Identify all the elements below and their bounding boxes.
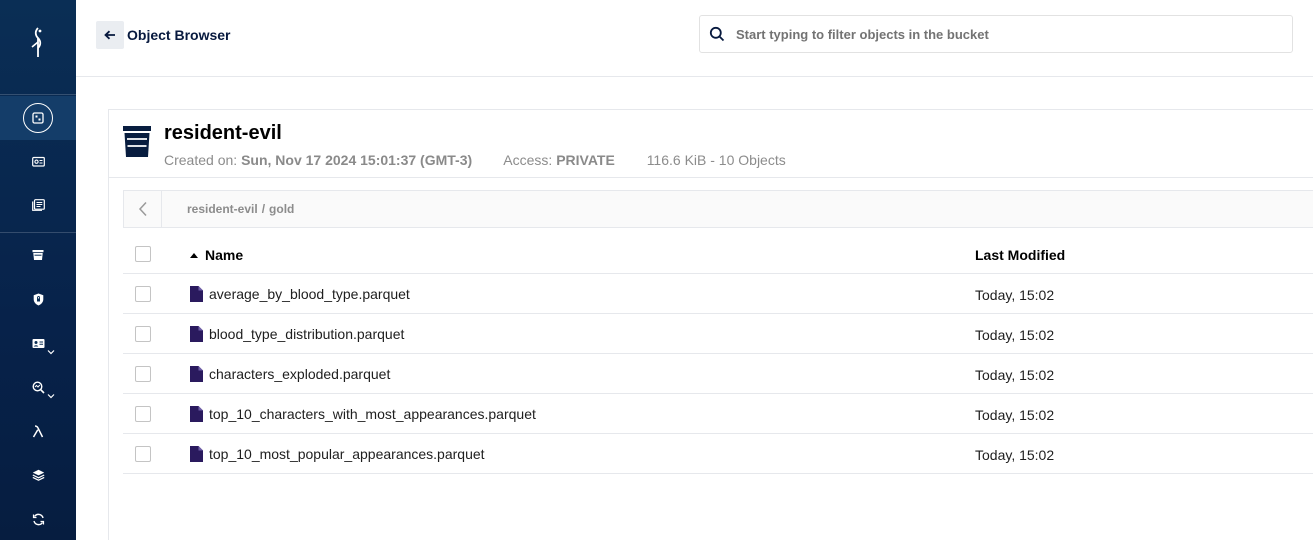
filter-search-box[interactable] [699,15,1293,53]
row-checkbox[interactable] [135,286,151,302]
monitoring-icon [31,380,45,394]
access-keys-icon [31,156,45,167]
sidebar-item-tiering[interactable] [0,453,76,497]
back-button[interactable] [96,21,124,49]
bucket-panel: resident-evil Created on: Sun, Nov 17 20… [108,109,1313,540]
created-label: Created on: [164,152,238,168]
active-ring [23,103,53,133]
breadcrumb: resident-evil / gold [187,202,294,216]
identity-icon [32,338,44,348]
last-modified-cell: Today, 15:02 [975,287,1055,303]
minio-bird-logo-icon [31,27,42,57]
name-column-label: Name [205,247,244,263]
file-icon [190,406,203,422]
filter-search-input[interactable] [736,24,1276,44]
file-name: top_10_characters_with_most_appearances.… [209,406,536,422]
events-lambda-icon [32,424,44,437]
sidebar-divider [0,94,76,95]
sidebar [0,0,76,540]
last-modified-cell: Today, 15:02 [975,327,1055,343]
file-name-cell[interactable]: characters_exploded.parquet [190,366,390,382]
arrow-left-icon [104,30,115,40]
top-bar: Object Browser [76,0,1313,77]
table-row[interactable]: blood_type_distribution.parquet Today, 15… [123,314,1313,354]
file-name: top_10_most_popular_appearances.parquet [209,446,485,462]
buckets-icon [32,250,44,260]
file-icon [190,286,203,302]
table-body: average_by_blood_type.parquet Today, 15:0… [123,274,1313,474]
table-row[interactable]: average_by_blood_type.parquet Today, 15:0… [123,274,1313,314]
file-icon [190,326,203,342]
documentation-icon [31,199,45,211]
file-name: average_by_blood_type.parquet [209,286,410,302]
breadcrumb-current[interactable]: gold [269,202,294,216]
breadcrumb-back-button[interactable] [124,191,162,227]
bucket-name: resident-evil [164,122,282,144]
app-root: Object Browser resident-evil Created on:… [0,0,1313,540]
site-replication-icon [32,513,44,525]
row-checkbox[interactable] [135,446,151,462]
table-header-row: Name Last Modified [123,234,1313,274]
bucket-summary: 116.6 KiB - 10 Objects [646,152,786,168]
bucket-meta: Created on: Sun, Nov 17 2024 15:01:37 (G… [164,152,786,168]
sidebar-item-identity[interactable] [0,321,76,365]
row-checkbox[interactable] [135,326,151,342]
sidebar-item-object-browser[interactable] [0,96,76,140]
sidebar-item-access-keys[interactable] [0,139,76,183]
select-all-checkbox[interactable] [135,246,151,262]
last-modified-cell: Today, 15:02 [975,367,1055,383]
bucket-icon [123,126,151,157]
object-browser-icon [32,112,44,124]
tiering-icon [32,469,44,481]
search-icon [709,26,725,42]
sidebar-item-monitoring[interactable] [0,365,76,409]
file-name-cell[interactable]: blood_type_distribution.parquet [190,326,404,342]
last-modified-cell: Today, 15:02 [975,407,1055,423]
bucket-header: resident-evil Created on: Sun, Nov 17 20… [109,110,1313,178]
sidebar-item-documentation[interactable] [0,183,76,227]
chevron-down-icon[interactable] [46,347,56,357]
name-column-header[interactable]: Name [190,247,243,263]
breadcrumb-separator: / [261,202,266,216]
table-row[interactable]: characters_exploded.parquet Today, 15:02 [123,354,1313,394]
sort-ascending-icon [190,252,198,258]
table-row[interactable]: top_10_characters_with_most_appearances.… [123,394,1313,434]
sidebar-item-events[interactable] [0,409,76,453]
created-value: Sun, Nov 17 2024 15:01:37 (GMT-3) [241,152,473,168]
file-name: blood_type_distribution.parquet [209,326,405,342]
page-title: Object Browser [127,27,231,43]
sidebar-item-site-replication[interactable] [0,497,76,540]
file-name: characters_exploded.parquet [209,366,391,382]
table-row[interactable]: top_10_most_popular_appearances.parquet T… [123,434,1313,474]
policies-icon [33,293,43,305]
minio-logo[interactable] [0,0,76,86]
file-icon [190,366,203,382]
last-modified-cell: Today, 15:02 [975,447,1055,463]
last-modified-column-header[interactable]: Last Modified [975,247,1065,263]
sidebar-item-buckets[interactable] [0,233,76,277]
access-label: Access: [503,152,553,168]
file-icon [190,446,203,462]
row-checkbox[interactable] [135,406,151,422]
chevron-left-icon [138,201,147,217]
row-checkbox[interactable] [135,366,151,382]
chevron-down-icon[interactable] [46,391,56,401]
sidebar-item-policies[interactable] [0,277,76,321]
objects-table: Name Last Modified average_by_blood_type… [123,234,1313,474]
breadcrumb-bar: resident-evil / gold [123,190,1313,228]
file-name-cell[interactable]: average_by_blood_type.parquet [190,286,410,302]
file-name-cell[interactable]: top_10_most_popular_appearances.parquet [190,446,485,462]
file-name-cell[interactable]: top_10_characters_with_most_appearances.… [190,406,536,422]
breadcrumb-root[interactable]: resident-evil [187,202,258,216]
access-value: PRIVATE [556,152,615,168]
